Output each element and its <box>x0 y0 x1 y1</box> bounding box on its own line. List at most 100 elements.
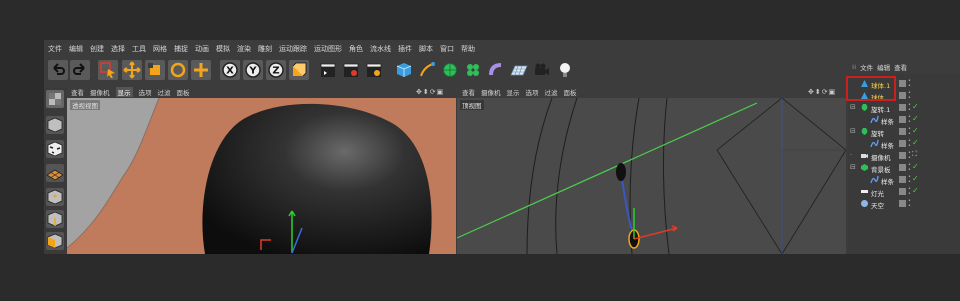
menu-render[interactable]: 渲染 <box>237 44 251 54</box>
cloner-button[interactable] <box>463 60 483 80</box>
visibility-tag[interactable] <box>899 188 906 195</box>
menu-sculpt[interactable]: 雕刻 <box>258 44 272 54</box>
model-mode-button[interactable] <box>46 116 64 134</box>
menu-select[interactable]: 选择 <box>111 44 125 54</box>
visibility-tag[interactable] <box>899 80 906 87</box>
axis-y-button[interactable]: Y <box>243 60 263 80</box>
visibility-tag[interactable] <box>899 176 906 183</box>
menu-character[interactable]: 角色 <box>349 44 363 54</box>
left-vp-menu-panel[interactable]: 面板 <box>177 87 190 97</box>
subdivision-button[interactable] <box>440 60 460 80</box>
workplane-button[interactable] <box>46 164 64 182</box>
floor-button[interactable] <box>509 60 529 80</box>
transform-tool-button[interactable] <box>191 60 211 80</box>
move-tool-button[interactable] <box>122 60 142 80</box>
menu-mesh[interactable]: 网格 <box>153 44 167 54</box>
menu-pipeline[interactable]: 流水线 <box>370 44 391 54</box>
visibility-tag[interactable] <box>899 140 906 147</box>
visibility-tag[interactable] <box>899 92 906 99</box>
edges-mode-button[interactable] <box>46 210 64 228</box>
right-vp-menu-view[interactable]: 查看 <box>462 87 475 97</box>
right-vp-menu-filter[interactable]: 过滤 <box>545 87 558 97</box>
right-vp-menu-panel[interactable]: 面板 <box>564 87 577 97</box>
visibility-tag[interactable] <box>899 164 906 171</box>
camera-button[interactable] <box>532 60 552 80</box>
object-row-spline-child[interactable]: 样条 • • ✓ <box>848 114 960 126</box>
menu-mograph[interactable]: 运动图形 <box>314 44 342 54</box>
enabled-check-icon[interactable]: ✓ <box>912 174 919 183</box>
right-vp-menu-display[interactable]: 显示 <box>507 87 520 97</box>
menu-edit[interactable]: 编辑 <box>69 44 83 54</box>
enabled-check-icon[interactable]: ✓ <box>912 186 919 195</box>
om-menu-view[interactable]: 查看 <box>894 62 907 72</box>
visibility-tag[interactable] <box>899 104 906 111</box>
enabled-check-icon[interactable]: ✓ <box>912 114 919 123</box>
axis-z-button[interactable]: Z <box>266 60 286 80</box>
left-vp-nav-icons[interactable]: ✥⬍⟳▣ <box>416 88 444 96</box>
visibility-tag[interactable] <box>899 152 906 159</box>
om-menu-edit[interactable]: 编辑 <box>877 62 890 72</box>
left-vp-menu-cameras[interactable]: 摄像机 <box>90 87 110 97</box>
menu-create[interactable]: 创建 <box>90 44 104 54</box>
live-select-button[interactable] <box>98 60 118 80</box>
visibility-dots[interactable]: • • <box>908 199 912 209</box>
menu-window[interactable]: 窗口 <box>440 44 454 54</box>
scale-tool-button[interactable] <box>145 60 165 80</box>
pen-spline-button[interactable] <box>417 60 437 80</box>
make-editable-button[interactable] <box>46 90 64 108</box>
enabled-check-icon[interactable]: ✓ <box>912 162 919 171</box>
right-vp-nav-icons[interactable]: ✥⬍⟳▣ <box>808 88 836 96</box>
visibility-tag[interactable] <box>899 128 906 135</box>
render-view-button[interactable] <box>318 60 338 80</box>
deformer-button[interactable] <box>486 60 506 80</box>
menu-snap[interactable]: 捕捉 <box>174 44 188 54</box>
om-menu-file[interactable]: 文件 <box>860 62 873 72</box>
object-row-lathe-1[interactable]: ⊟ 旋转.1 • • ✓ <box>848 102 960 114</box>
collapse-icon[interactable]: ⊟ <box>850 127 856 135</box>
render-picture-viewer-button[interactable] <box>341 60 361 80</box>
visibility-tag[interactable] <box>899 200 906 207</box>
visibility-dots[interactable]: • • <box>908 91 912 101</box>
visibility-dots[interactable]: • • <box>908 79 912 89</box>
render-settings-button[interactable] <box>364 60 384 80</box>
object-row-spline-child-2[interactable]: 样条 • • ✓ <box>848 138 960 150</box>
sphere-object[interactable] <box>202 103 432 254</box>
enabled-check-icon[interactable]: ✓ <box>912 126 919 135</box>
camera-target-icon[interactable]: ⛶ <box>912 150 917 159</box>
menu-help[interactable]: 帮助 <box>461 44 475 54</box>
menu-simulate[interactable]: 模拟 <box>216 44 230 54</box>
object-row-sky[interactable]: 天空 • • <box>848 198 960 210</box>
points-mode-button[interactable] <box>46 188 64 206</box>
menu-motion-tracker[interactable]: 运动跟踪 <box>279 44 307 54</box>
left-vp-menu-display[interactable]: 显示 <box>115 87 133 97</box>
top-viewport[interactable]: 顶视图 <box>457 98 846 254</box>
enabled-check-icon[interactable]: ✓ <box>912 102 919 111</box>
collapse-icon[interactable]: ⊟ <box>850 163 856 171</box>
cube-button[interactable] <box>394 60 414 80</box>
left-vp-menu-view[interactable]: 查看 <box>71 87 84 97</box>
collapse-icon[interactable]: ⊟ <box>850 103 856 111</box>
sphere-top-view[interactable] <box>616 163 626 181</box>
rotate-tool-button[interactable] <box>168 60 188 80</box>
redo-button[interactable] <box>70 60 90 80</box>
undo-button[interactable] <box>48 60 68 80</box>
visibility-tag[interactable] <box>899 116 906 123</box>
polygons-mode-button[interactable] <box>46 232 64 250</box>
menu-animate[interactable]: 动画 <box>195 44 209 54</box>
light-button[interactable] <box>555 60 575 80</box>
right-vp-menu-cameras[interactable]: 摄像机 <box>481 87 501 97</box>
object-row-spline-child-3[interactable]: 样条 • • ✓ <box>848 174 960 186</box>
coordinate-system-button[interactable] <box>289 60 309 80</box>
menu-plugins[interactable]: 插件 <box>398 44 412 54</box>
menu-script[interactable]: 脚本 <box>419 44 433 54</box>
object-row-lathe[interactable]: ⊟ 旋转 • • ✓ <box>848 126 960 138</box>
texture-mode-button[interactable] <box>46 140 64 158</box>
enabled-check-icon[interactable]: ✓ <box>912 138 919 147</box>
menu-tools[interactable]: 工具 <box>132 44 146 54</box>
axis-x-button[interactable]: X <box>220 60 240 80</box>
object-row-light[interactable]: 灯光 • • ✓ <box>848 186 960 198</box>
drag-handle-icon[interactable]: ⁞⁞ <box>852 63 856 71</box>
left-vp-menu-filter[interactable]: 过滤 <box>158 87 171 97</box>
object-row-background[interactable]: ⊟ 背景板 • • ✓ <box>848 162 960 174</box>
object-row-camera[interactable]: · 摄像机 • • ⛶ <box>848 150 960 162</box>
